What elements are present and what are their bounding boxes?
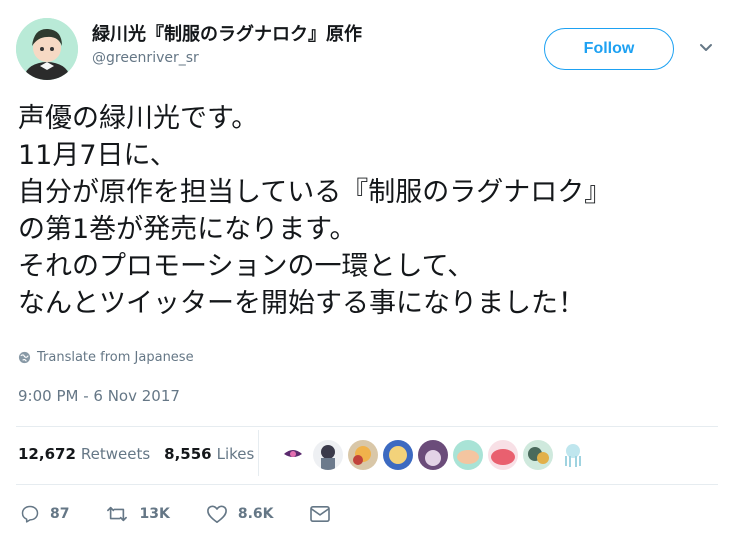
tweet-header: 緑川光『制服のラグナロク』原作 @greenriver_sr Follow	[16, 18, 730, 84]
tweet-text: 声優の緑川光です。 11月7日に、 自分が原作を担当している『制服のラグナロク』…	[18, 103, 612, 319]
liker-avatar[interactable]	[313, 440, 343, 470]
like-button[interactable]: 8.6K	[206, 504, 274, 524]
retweet-count: 13K	[139, 506, 170, 522]
globe-icon	[18, 351, 31, 364]
chevron-down-icon[interactable]	[698, 40, 714, 56]
likes-count[interactable]: 8,556	[164, 445, 211, 463]
retweets-label[interactable]: Retweets	[81, 445, 150, 463]
reply-button[interactable]: 87	[20, 504, 69, 524]
display-name[interactable]: 緑川光『制服のラグナロク』原作	[92, 24, 362, 46]
direct-message-button[interactable]	[309, 505, 341, 523]
avatar-image	[16, 18, 78, 80]
likes-label[interactable]: Likes	[217, 445, 255, 463]
liker-avatar[interactable]	[348, 440, 378, 470]
retweet-button[interactable]: 13K	[105, 504, 170, 524]
reply-icon	[21, 505, 39, 523]
tweet-actions: 87 13K 8.6K	[20, 500, 377, 528]
liker-avatar[interactable]	[418, 440, 448, 470]
divider	[16, 484, 718, 485]
envelope-icon	[310, 505, 331, 523]
liker-avatar[interactable]	[383, 440, 413, 470]
avatar[interactable]	[16, 18, 78, 80]
liker-avatar[interactable]	[453, 440, 483, 470]
liker-avatar[interactable]	[558, 440, 588, 470]
likers-avatars	[278, 438, 593, 472]
follow-button[interactable]: Follow	[544, 28, 674, 70]
heart-icon	[206, 505, 227, 523]
retweet-icon	[107, 506, 128, 522]
translate-label: Translate from Japanese	[37, 350, 194, 365]
tweet-stats: 12,672 Retweets 8,556 Likes	[18, 436, 268, 472]
liker-avatar[interactable]	[278, 440, 308, 470]
stats-separator	[258, 430, 259, 476]
user-names: 緑川光『制服のラグナロク』原作 @greenriver_sr	[92, 24, 362, 68]
retweets-count[interactable]: 12,672	[18, 445, 76, 463]
like-count: 8.6K	[237, 506, 274, 522]
tweet-timestamp[interactable]: 9:00 PM - 6 Nov 2017	[18, 387, 180, 405]
liker-avatar[interactable]	[488, 440, 518, 470]
reply-count: 87	[50, 506, 70, 522]
user-handle[interactable]: @greenriver_sr	[92, 48, 362, 68]
translate-link[interactable]: Translate from Japanese	[18, 350, 194, 365]
divider	[16, 426, 718, 427]
liker-avatar[interactable]	[523, 440, 553, 470]
